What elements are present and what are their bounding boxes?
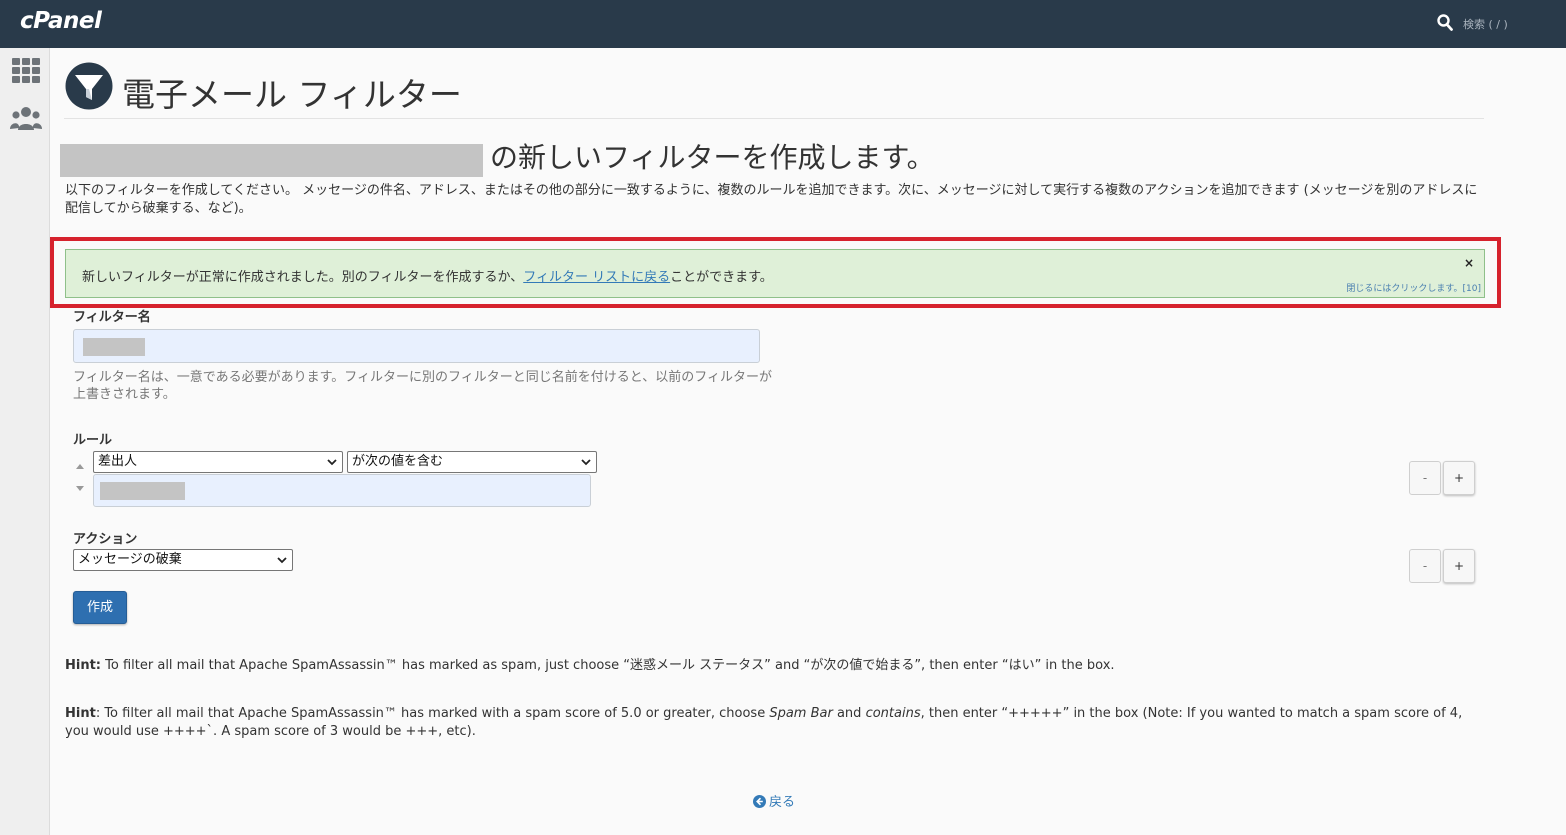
remove-action-button[interactable]: -	[1409, 549, 1441, 583]
filter-name-help: フィルター名は、一意である必要があります。フィルターに別のフィルターと同じ名前を…	[73, 370, 773, 402]
move-rule-up-icon[interactable]	[76, 464, 84, 469]
rule-operator-select[interactable]: が次の値を含む	[347, 451, 597, 473]
hint-text: and	[832, 706, 866, 721]
hint-label: Hint	[65, 706, 96, 721]
chevron-down-icon	[277, 557, 287, 564]
alert-message: 新しいフィルターが正常に作成されました。別のフィルターを作成するか、フィルター …	[82, 266, 773, 285]
alert-close-button[interactable]: ×	[1464, 256, 1474, 270]
sidebar	[0, 48, 50, 835]
main-content: 電子メール フィルター の新しいフィルターを作成します。 以下のフィルターを作成…	[50, 48, 1566, 835]
intro-text: 以下のフィルターを作成してください。 メッセージの件名、アドレス、またはその他の…	[65, 183, 1478, 216]
remove-rule-button[interactable]: -	[1409, 461, 1441, 495]
funnel-icon	[65, 62, 113, 110]
action-select[interactable]: メッセージの破棄	[73, 549, 293, 571]
chevron-down-icon	[581, 459, 591, 466]
redacted-filter-name	[83, 338, 145, 356]
alert-close-hint[interactable]: 閉じるにはクリックします。[10]	[1346, 281, 1481, 294]
top-navbar: cPanel 検索 ( / )	[0, 0, 1566, 48]
hint-term-spam-bar: Spam Bar	[769, 706, 833, 721]
rule-operator-value: が次の値を含む	[352, 454, 444, 469]
action-value: メッセージの破棄	[78, 552, 182, 567]
page-subtitle: の新しいフィルターを作成します。	[490, 141, 935, 174]
rule-value-input[interactable]	[93, 474, 591, 507]
add-rule-button[interactable]: +	[1443, 461, 1475, 495]
title-divider	[64, 118, 1484, 119]
hint-text: : To filter all mail that Apache SpamAss…	[95, 706, 770, 721]
chevron-down-icon	[327, 459, 337, 466]
alert-message-suffix: ことができます。	[670, 270, 773, 285]
hint-term-contains: contains	[865, 706, 921, 721]
arrow-circle-left-icon	[753, 795, 766, 808]
grid-icon[interactable]	[10, 56, 42, 86]
alert-message-text: 新しいフィルターが正常に作成されました。別のフィルターを作成するか、	[82, 270, 524, 285]
move-rule-down-icon[interactable]	[76, 486, 84, 491]
actions-label: アクション	[73, 532, 138, 547]
redacted-rule-value	[100, 482, 185, 500]
cpanel-logo[interactable]: cPanel	[20, 8, 102, 34]
hint-spam-status: Hint: To filter all mail that Apache Spa…	[65, 657, 1485, 675]
back-link-label: 戻る	[769, 795, 796, 810]
hint-spam-score: Hint: To filter all mail that Apache Spa…	[65, 705, 1485, 741]
create-button[interactable]: 作成	[73, 591, 127, 624]
filter-name-label: フィルター名	[73, 310, 151, 325]
redacted-email-address	[60, 144, 483, 177]
add-action-button[interactable]: +	[1443, 549, 1475, 583]
users-icon[interactable]	[10, 104, 42, 134]
rule-field-value: 差出人	[98, 454, 138, 469]
page-title: 電子メール フィルター	[122, 75, 462, 114]
success-alert: 新しいフィルターが正常に作成されました。別のフィルターを作成するか、フィルター …	[65, 249, 1485, 298]
back-to-filter-list-link[interactable]: フィルター リストに戻る	[523, 270, 670, 285]
filter-name-input[interactable]	[73, 329, 760, 363]
back-link[interactable]: 戻る	[753, 791, 795, 810]
search-icon[interactable]	[1437, 14, 1453, 32]
rule-field-select[interactable]: 差出人	[93, 451, 343, 473]
hint-label: Hint:	[65, 658, 102, 673]
hint-text: To filter all mail that Apache SpamAssas…	[105, 658, 1115, 673]
rules-label: ルール	[73, 433, 113, 448]
search-shortcut-label[interactable]: 検索 ( / )	[1463, 16, 1508, 32]
